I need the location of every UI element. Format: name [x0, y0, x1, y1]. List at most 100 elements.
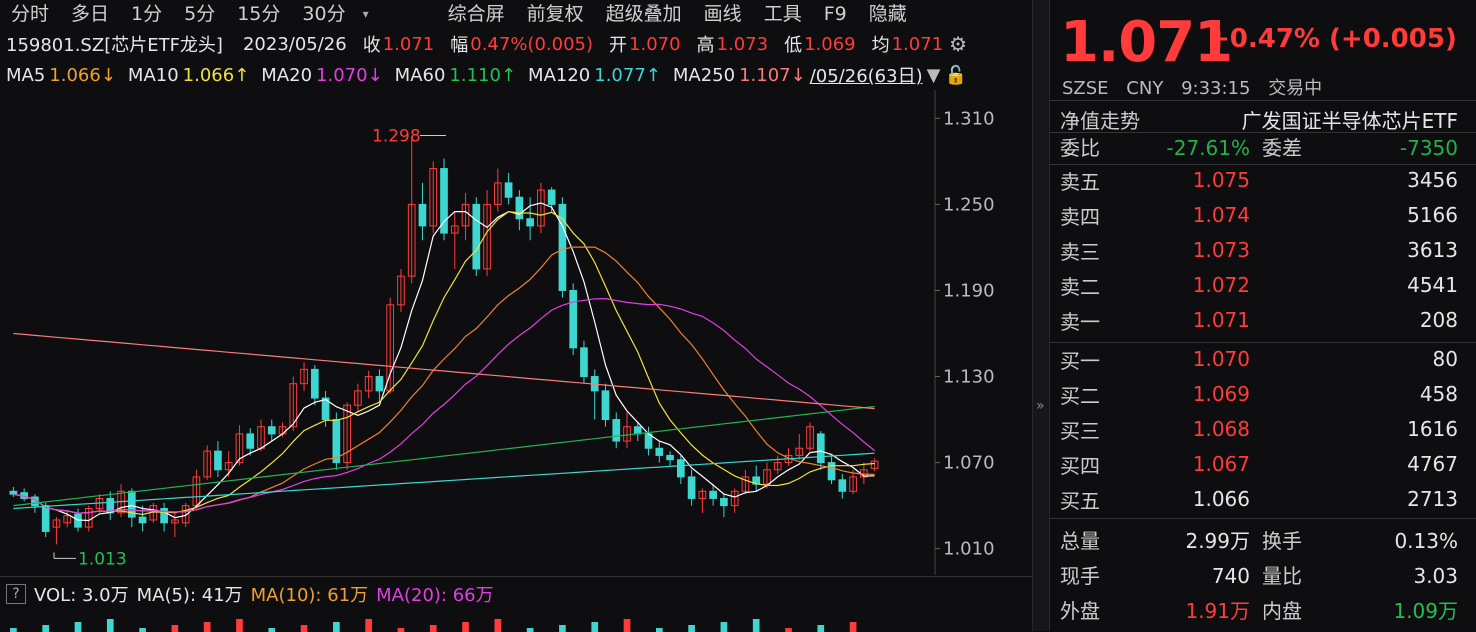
level-label: 买一: [1060, 348, 1100, 373]
bid-row[interactable]: 买一 1.070 80: [1050, 342, 1476, 376]
level-price: 1.066: [1192, 487, 1250, 511]
level-volume: 3613: [1407, 238, 1458, 262]
toolbar-item-2[interactable]: 1分: [120, 0, 173, 28]
low-label: 低: [784, 35, 803, 56]
stat-a: 现手: [1060, 564, 1100, 588]
nav-row[interactable]: 净值走势 广发国证半导体芯片ETF: [1050, 102, 1476, 136]
weibi-label: 委比: [1060, 136, 1100, 160]
toolbar-item-7[interactable]: 综合屏: [437, 0, 516, 28]
close-value: 1.071: [382, 33, 435, 55]
date-range[interactable]: /05/26(63日): [810, 62, 923, 88]
candle-body: [569, 289, 578, 349]
level-volume: 458: [1419, 382, 1458, 406]
candle-body: [41, 505, 50, 532]
period-toolbar: 分时 多日 1分 5分 15分 30分 ▾ 综合屏 前复权 超级叠加 画线 工具 F9 隐藏: [0, 0, 1032, 28]
level-price: 1.069: [1192, 382, 1250, 406]
volume-bar: [494, 619, 502, 632]
weibi-value: -27.61%: [1166, 136, 1250, 160]
range-label: 幅: [450, 35, 469, 56]
ma250-value: 1.107↓: [739, 64, 806, 86]
ma10-line: [13, 210, 875, 516]
ask-row[interactable]: 卖三 1.073 3613: [1050, 233, 1476, 267]
panel-divider[interactable]: »: [1032, 0, 1050, 631]
avg-value: 1.071: [891, 33, 944, 55]
trade-status: 交易中: [1268, 78, 1323, 99]
ask-row[interactable]: 卖二 1.072 4541: [1050, 268, 1476, 302]
volume-bar: [752, 619, 760, 632]
candle-body: [526, 218, 534, 227]
candle-body: [709, 490, 717, 499]
expand-arrow-icon[interactable]: »: [1036, 398, 1045, 414]
quote-panel: 1.071 +0.47% (+0.005) SZSE CNY 9:33:15 交…: [1050, 0, 1476, 631]
candle-body: [816, 433, 825, 464]
settings-gear-icon[interactable]: ⚙: [949, 32, 967, 56]
ma5-value: 1.066↓: [49, 64, 116, 86]
volume-bars: [10, 619, 857, 632]
candle-body: [138, 516, 147, 524]
toolbar-item-11[interactable]: 工具: [753, 0, 813, 28]
ma120-label: MA120: [528, 64, 591, 86]
quote-time: 9:33:15: [1181, 78, 1251, 99]
candle-body: [9, 490, 18, 495]
ma250-label: MA250: [672, 64, 736, 86]
quote-date: 2023/05/26: [242, 33, 347, 55]
level-label: 买二: [1060, 383, 1100, 408]
ask-row[interactable]: 卖五 1.075 3456: [1050, 163, 1476, 197]
stat-d: 0.13%: [1394, 529, 1458, 553]
y-tick-label: 1.010: [943, 539, 995, 560]
level-volume: 2713: [1407, 487, 1458, 511]
level-price: 1.068: [1192, 417, 1250, 441]
dropdown-triangle-icon[interactable]: ▼: [927, 65, 941, 86]
toolbar-item-12[interactable]: F9: [813, 0, 858, 28]
candle-body: [310, 368, 319, 399]
volume-bar: [785, 628, 792, 632]
currency: CNY: [1126, 78, 1164, 99]
bid-row[interactable]: 买二 1.069 458: [1050, 377, 1476, 411]
candle-body: [601, 390, 610, 421]
level-label: 买三: [1060, 418, 1100, 443]
bid-row[interactable]: 买四 1.067 4767: [1050, 447, 1476, 481]
toolbar-item-4[interactable]: 15分: [226, 0, 291, 28]
level-label: 卖二: [1060, 274, 1100, 299]
high-label: 高: [696, 35, 715, 56]
bid-row[interactable]: 买五 1.066 2713: [1050, 482, 1476, 516]
toolbar-item-3[interactable]: 5分: [173, 0, 226, 28]
toolbar-item-9[interactable]: 超级叠加: [595, 0, 693, 28]
y-tick-label: 1.250: [943, 194, 995, 215]
security-code: 159801.SZ[芯片ETF龙头]: [6, 35, 223, 56]
level-volume: 4767: [1407, 452, 1458, 476]
candle-body: [580, 347, 588, 378]
toolbar-item-8[interactable]: 前复权: [516, 0, 595, 28]
candle-body: [547, 189, 556, 205]
candle-body: [504, 182, 513, 198]
candle-body: [515, 196, 524, 220]
toolbar-item-10[interactable]: 画线: [693, 0, 753, 28]
lock-icon[interactable]: 🔓: [944, 65, 966, 86]
close-label: 收: [362, 35, 381, 56]
ask-row[interactable]: 卖一 1.071 208: [1050, 303, 1476, 337]
divider-line: [1050, 100, 1476, 101]
candle-body: [687, 476, 696, 499]
volume-bar: [623, 619, 631, 632]
open-label: 开: [609, 35, 628, 56]
high-value: 1.073: [716, 33, 769, 55]
low-annotation: 1.013: [78, 549, 127, 569]
toolbar-item-5[interactable]: 30分: [291, 0, 356, 28]
candle-body: [666, 454, 674, 461]
bid-row[interactable]: 买三 1.068 1616: [1050, 412, 1476, 446]
toolbar-item-6[interactable]: ▾: [357, 0, 375, 28]
candlestick-chart[interactable]: 1.310 1.250 1.190 1.130 1.070 1.010 1.298 1.013: [0, 90, 1032, 575]
ask-row[interactable]: 卖四 1.074 5166: [1050, 198, 1476, 232]
candle-body: [472, 203, 481, 270]
level-volume: 5166: [1407, 203, 1458, 227]
low-value: 1.069: [804, 33, 856, 55]
level-price: 1.072: [1192, 273, 1250, 297]
toolbar-item-0[interactable]: 分时: [0, 0, 60, 28]
nav-label: 净值走势: [1060, 108, 1140, 133]
toolbar-item-1[interactable]: 多日: [60, 0, 120, 28]
toolbar-item-13[interactable]: 隐藏: [858, 0, 918, 28]
volume-bar: [268, 628, 276, 632]
stats-row: 总量 2.99万 换手 0.13%: [1050, 524, 1476, 558]
ma-legend: MA5 1.066↓ MA10 1.066↑ MA20 1.070↓ MA60 …: [6, 62, 971, 88]
candle-body: [838, 479, 847, 492]
